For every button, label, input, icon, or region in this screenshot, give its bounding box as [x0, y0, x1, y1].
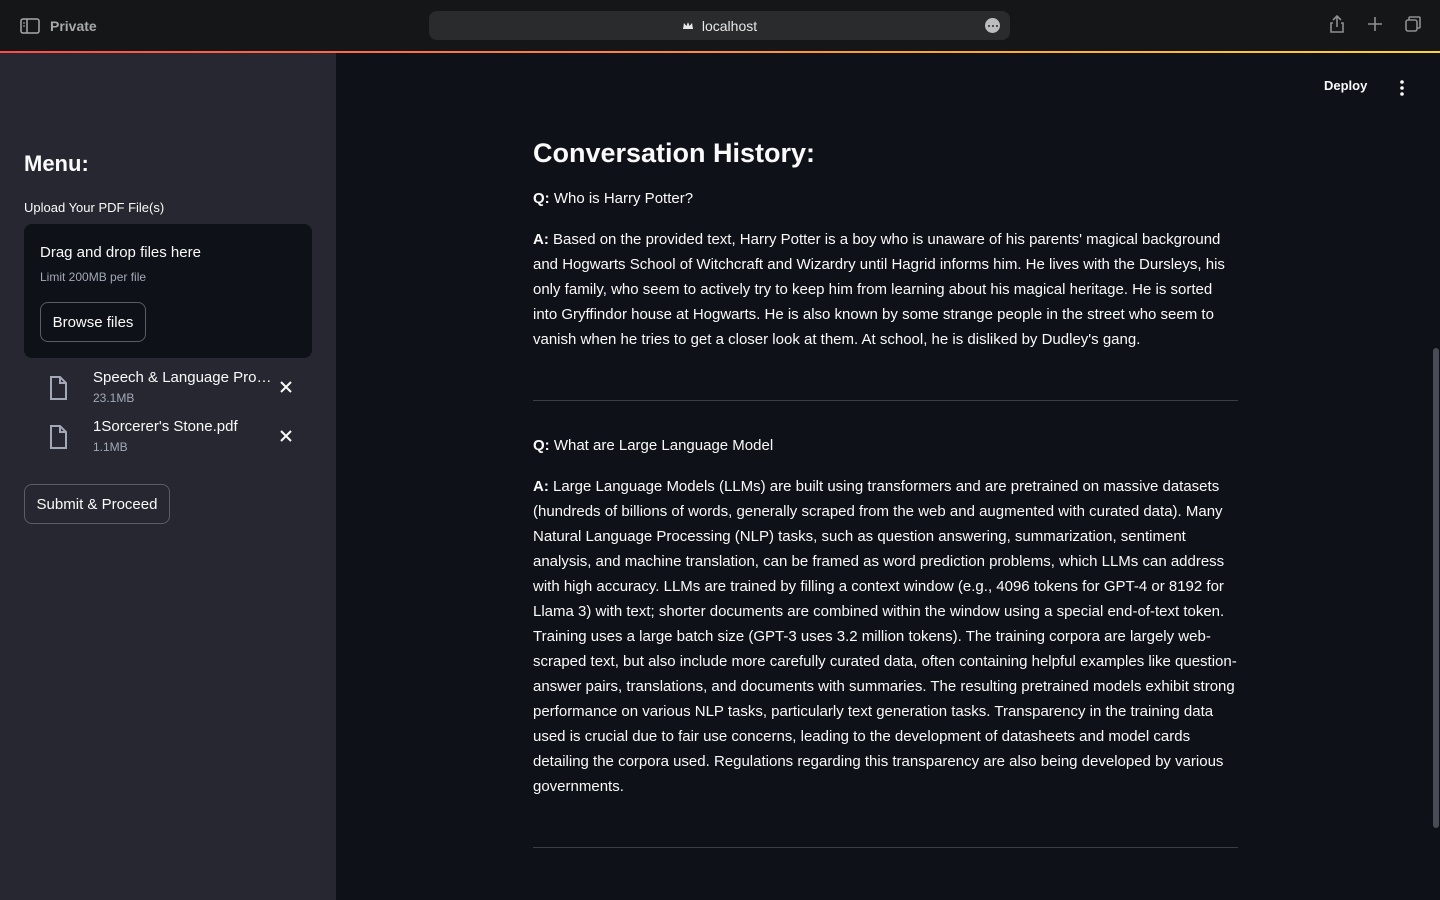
url-text: localhost	[701, 17, 758, 34]
file-name: 1Sorcerer's Stone.pdf	[93, 418, 238, 435]
remove-file-icon[interactable]	[278, 428, 294, 444]
file-dropzone[interactable]: Drag and drop files here Limit 200MB per…	[24, 224, 312, 358]
file-icon	[50, 376, 67, 400]
new-tab-icon[interactable]	[1366, 14, 1384, 34]
browse-files-button[interactable]: Browse files	[40, 302, 146, 342]
more-options-icon[interactable]	[985, 18, 1000, 33]
question-text: Q: Who is Harry Potter?	[533, 186, 1238, 211]
tab-overview-icon[interactable]	[1404, 14, 1422, 34]
question-body: Who is Harry Potter?	[553, 190, 694, 207]
answer-text: A: Based on the provided text, Harry Pot…	[533, 227, 1238, 352]
uploaded-file-item: Speech & Language Processing.pdf 23.1MB	[46, 367, 306, 407]
upload-label: Upload Your PDF File(s)	[24, 200, 165, 215]
main-menu-icon[interactable]	[1394, 79, 1410, 97]
uploaded-file-item: 1Sorcerer's Stone.pdf 1.1MB	[46, 416, 306, 456]
sidebar: Menu: Upload Your PDF File(s) Drag and d…	[0, 53, 336, 900]
answer-body: Large Language Models (LLMs) are built u…	[533, 478, 1237, 795]
answer-prefix: A:	[533, 231, 549, 248]
file-size: 1.1MB	[93, 440, 128, 454]
address-bar[interactable]: localhost	[429, 11, 1010, 40]
question-prefix: Q:	[533, 437, 550, 454]
sidebar-toggle-icon[interactable]	[20, 18, 40, 34]
conversation-divider	[533, 847, 1238, 848]
browser-toolbar: Private localhost	[0, 0, 1440, 52]
question-prefix: Q:	[533, 190, 550, 207]
conversation-title: Conversation History:	[533, 138, 816, 168]
answer-text: A: Large Language Models (LLMs) are buil…	[533, 474, 1238, 799]
share-icon[interactable]	[1328, 14, 1346, 34]
dropzone-title: Drag and drop files here	[40, 244, 201, 261]
site-favicon-icon	[682, 21, 693, 29]
deploy-button[interactable]: Deploy	[1324, 78, 1367, 93]
question-body: What are Large Language Model	[553, 437, 774, 454]
file-icon	[50, 425, 67, 449]
remove-file-icon[interactable]	[278, 379, 294, 395]
page-scrollbar[interactable]	[1433, 348, 1439, 828]
file-size: 23.1MB	[93, 391, 135, 405]
submit-proceed-button[interactable]: Submit & Proceed	[24, 484, 170, 524]
answer-prefix: A:	[533, 478, 549, 495]
question-text: Q: What are Large Language Model	[533, 433, 1238, 458]
private-indicator[interactable]: Private	[20, 16, 97, 36]
dropzone-limit: Limit 200MB per file	[40, 270, 147, 284]
private-label: Private	[50, 18, 97, 34]
answer-body: Based on the provided text, Harry Potter…	[533, 231, 1225, 348]
file-name: Speech & Language Processing.pdf	[93, 369, 275, 386]
conversation-divider	[533, 400, 1238, 401]
menu-title: Menu:	[24, 151, 89, 176]
